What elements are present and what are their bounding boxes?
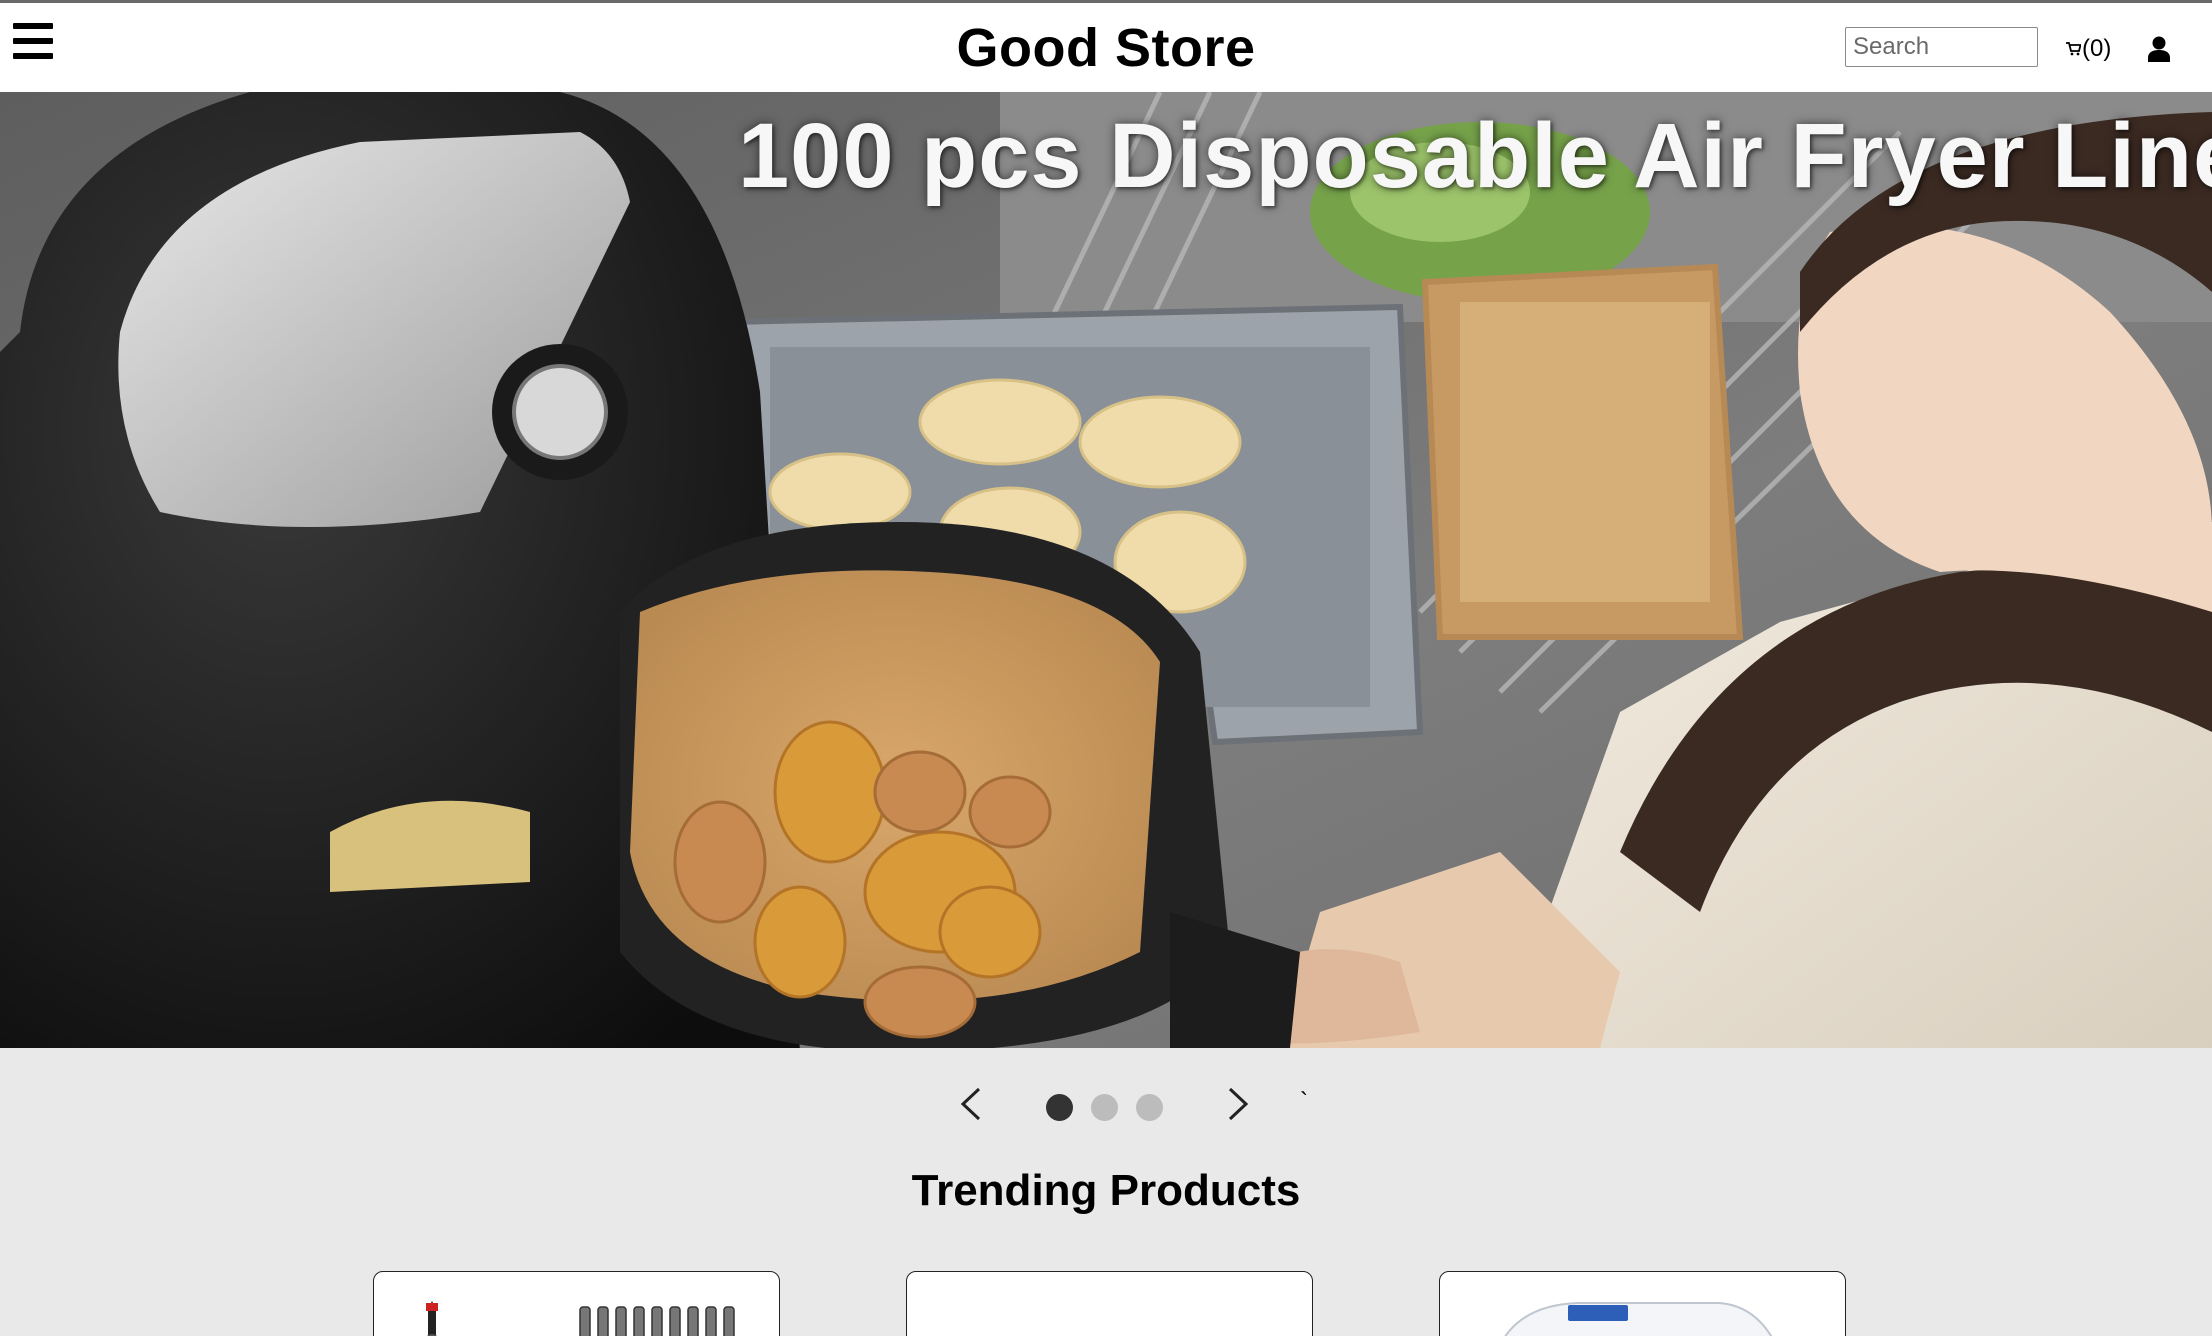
stray-text-mark: ` bbox=[1300, 1088, 1308, 1115]
product-image bbox=[1458, 1289, 1820, 1336]
hamburger-menu-icon[interactable] bbox=[13, 23, 53, 61]
product-image bbox=[925, 1289, 1287, 1336]
hero-image bbox=[0, 92, 2212, 1048]
cart-icon bbox=[2066, 42, 2081, 56]
cart-button[interactable]: (0) bbox=[2066, 34, 2111, 64]
product-image bbox=[392, 1289, 754, 1336]
cart-count: (0) bbox=[2082, 35, 2112, 62]
hero-banner[interactable]: 100 pcs Disposable Air Fryer Liner bbox=[0, 92, 2212, 1048]
product-card[interactable] bbox=[906, 1271, 1313, 1336]
user-icon[interactable] bbox=[2148, 36, 2170, 62]
carousel-dot-2[interactable] bbox=[1091, 1094, 1118, 1121]
product-card[interactable] bbox=[373, 1271, 780, 1336]
trending-products-title: Trending Products bbox=[911, 1166, 1301, 1215]
search-input[interactable] bbox=[1845, 27, 2038, 67]
carousel-dot-1[interactable] bbox=[1046, 1094, 1073, 1121]
product-card[interactable] bbox=[1439, 1271, 1846, 1336]
hero-caption: 100 pcs Disposable Air Fryer Liner bbox=[738, 105, 2212, 207]
carousel-dot-3[interactable] bbox=[1136, 1094, 1163, 1121]
chevron-left-icon[interactable] bbox=[957, 1086, 987, 1122]
chevron-right-icon[interactable] bbox=[1222, 1086, 1252, 1122]
header: Good Store (0) bbox=[0, 3, 2212, 92]
